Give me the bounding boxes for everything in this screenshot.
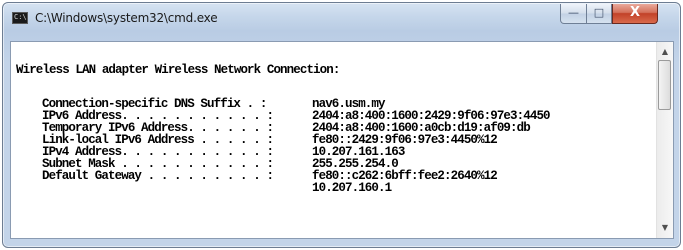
- row-value: 10.207.160.1: [312, 181, 392, 195]
- close-button[interactable]: X: [612, 4, 658, 24]
- title-bar[interactable]: C:\ C:\Windows\system32\cmd.exe — □ X: [3, 3, 680, 33]
- window-title: C:\Windows\system32\cmd.exe: [35, 11, 218, 25]
- scrollbar-thumb[interactable]: [658, 60, 671, 110]
- vertical-scrollbar[interactable]: ▲ ▼: [656, 42, 673, 238]
- console-output[interactable]: Wireless LAN adapter Wireless Network Co…: [11, 42, 657, 238]
- cmd-app-icon[interactable]: C:\: [12, 12, 28, 24]
- scroll-down-arrow-icon[interactable]: ▼: [660, 223, 670, 233]
- row-label: Default Gateway . . . . . . . . . :: [42, 169, 274, 183]
- maximize-button[interactable]: □: [586, 4, 612, 24]
- console-area[interactable]: Wireless LAN adapter Wireless Network Co…: [10, 41, 674, 239]
- scroll-up-arrow-icon[interactable]: ▲: [660, 47, 670, 57]
- minimize-button[interactable]: —: [560, 4, 587, 24]
- cmd-window: C:\ C:\Windows\system32\cmd.exe — □ X Wi…: [2, 2, 681, 248]
- adapter-heading: Wireless LAN adapter Wireless Network Co…: [16, 63, 340, 77]
